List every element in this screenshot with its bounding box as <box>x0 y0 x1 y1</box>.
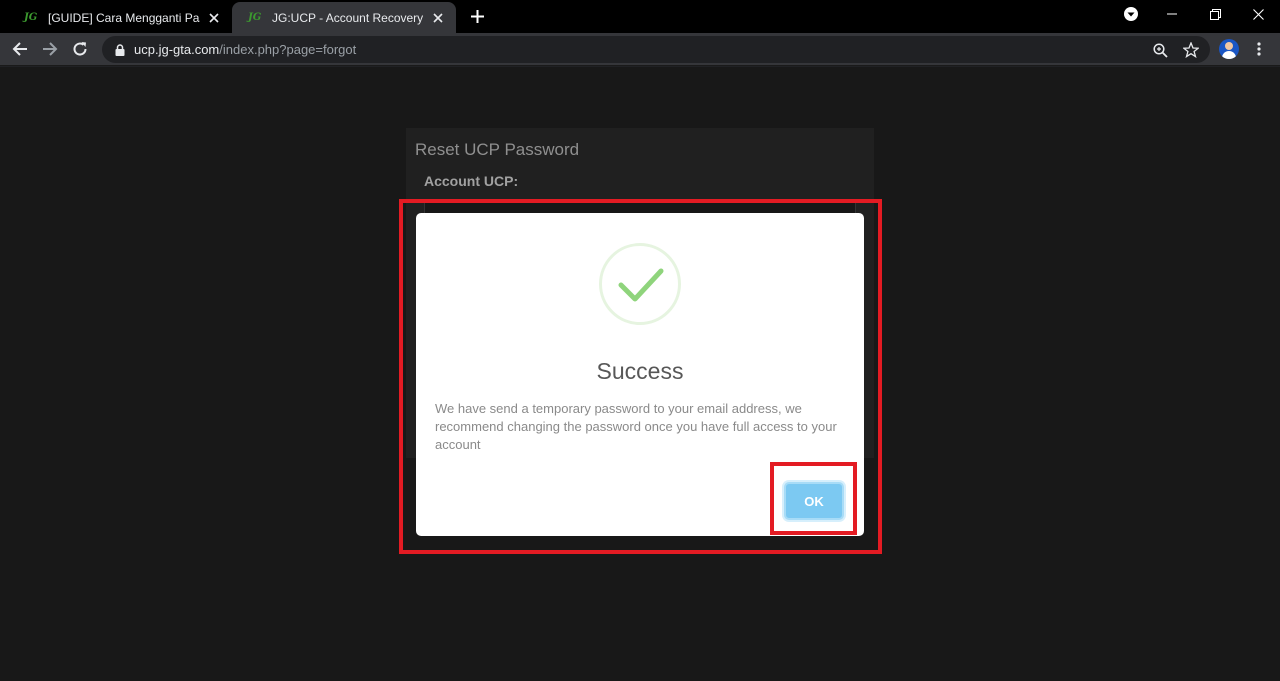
ok-button-highlight-frame <box>770 462 857 535</box>
tab-title: JG:UCP - Account Recovery <box>272 10 424 25</box>
jg-favicon-icon: JG <box>248 12 262 23</box>
jg-favicon-icon: JG <box>24 12 38 23</box>
tab-title: [GUIDE] Cara Mengganti Passwo <box>48 10 200 25</box>
tab-strip: JG [GUIDE] Cara Mengganti Passwo JG JG:U… <box>0 0 1280 33</box>
profile-avatar[interactable] <box>1219 39 1239 59</box>
address-bar[interactable]: ucp.jg-gta.com/index.php?page=forgot <box>102 36 1210 63</box>
arrow-right-icon <box>43 42 58 56</box>
star-icon[interactable] <box>1182 41 1200 59</box>
kebab-menu-icon[interactable] <box>1251 39 1267 59</box>
restore-button[interactable] <box>1195 0 1235 28</box>
reload-button[interactable] <box>68 37 92 61</box>
tab-account-recovery[interactable]: JG JG:UCP - Account Recovery <box>232 2 456 33</box>
forward-button[interactable] <box>38 37 62 61</box>
tab-guide[interactable]: JG [GUIDE] Cara Mengganti Passwo <box>8 2 232 33</box>
url-host: ucp.jg-gta.com <box>134 42 220 57</box>
arrow-left-icon <box>12 42 27 56</box>
url-path: /index.php?page=forgot <box>219 42 357 57</box>
url-text: ucp.jg-gta.com/index.php?page=forgot <box>134 42 356 57</box>
reload-icon <box>73 42 87 56</box>
browser-toolbar: ucp.jg-gta.com/index.php?page=forgot <box>0 33 1280 66</box>
lock-icon[interactable] <box>112 42 128 58</box>
close-window-button[interactable] <box>1238 0 1278 28</box>
close-icon[interactable] <box>430 10 446 26</box>
new-tab-button[interactable] <box>466 5 488 27</box>
close-icon[interactable] <box>206 10 222 26</box>
zoom-icon[interactable] <box>1151 41 1169 59</box>
minimize-button[interactable] <box>1152 0 1192 28</box>
tab-search-button[interactable] <box>1111 0 1151 28</box>
back-button[interactable] <box>8 37 32 61</box>
